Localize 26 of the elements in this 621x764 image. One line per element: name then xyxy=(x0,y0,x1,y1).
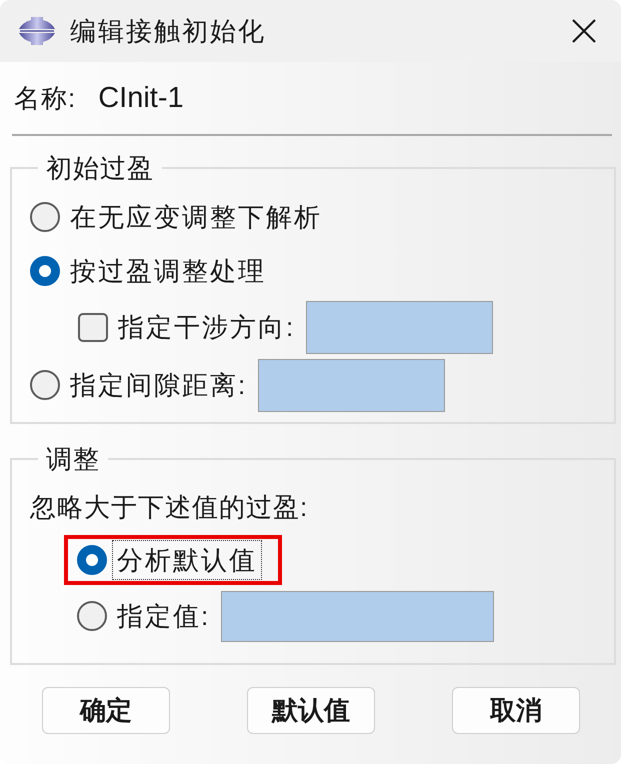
radio-button[interactable] xyxy=(30,202,60,232)
dialog-button[interactable]: 确定 xyxy=(42,687,170,734)
radio-button[interactable] xyxy=(30,370,60,400)
option-label[interactable]: 指定干涉方向: xyxy=(113,307,300,347)
window-title: 编辑接触初始化 xyxy=(70,15,266,47)
group-title: 调整 xyxy=(45,443,101,475)
radio-button[interactable] xyxy=(77,601,107,631)
option-label[interactable]: 指定值: xyxy=(112,596,216,636)
radio-button[interactable] xyxy=(30,256,60,286)
app-icon xyxy=(19,16,55,46)
input-field[interactable] xyxy=(306,300,494,354)
name-label: 名称: xyxy=(14,82,76,115)
radio-button[interactable] xyxy=(77,545,107,575)
input-field[interactable] xyxy=(221,590,494,642)
option-label[interactable]: 分析默认值 xyxy=(112,540,262,580)
dialog-button[interactable]: 取消 xyxy=(452,687,580,734)
close-icon[interactable] xyxy=(572,19,596,43)
group-title: 初始过盈 xyxy=(45,152,155,184)
checkbox[interactable] xyxy=(78,312,108,342)
name-value: CInit-1 xyxy=(98,81,184,115)
input-field[interactable] xyxy=(258,358,446,412)
dialog-button[interactable]: 默认值 xyxy=(247,687,375,734)
prompt-label: 忽略大于下述值的过盈: xyxy=(30,491,310,524)
option-label[interactable]: 按过盈调整处理 xyxy=(65,251,271,291)
option-label[interactable]: 指定间隙距离: xyxy=(65,365,252,405)
option-label[interactable]: 在无应变调整下解析 xyxy=(65,197,327,237)
